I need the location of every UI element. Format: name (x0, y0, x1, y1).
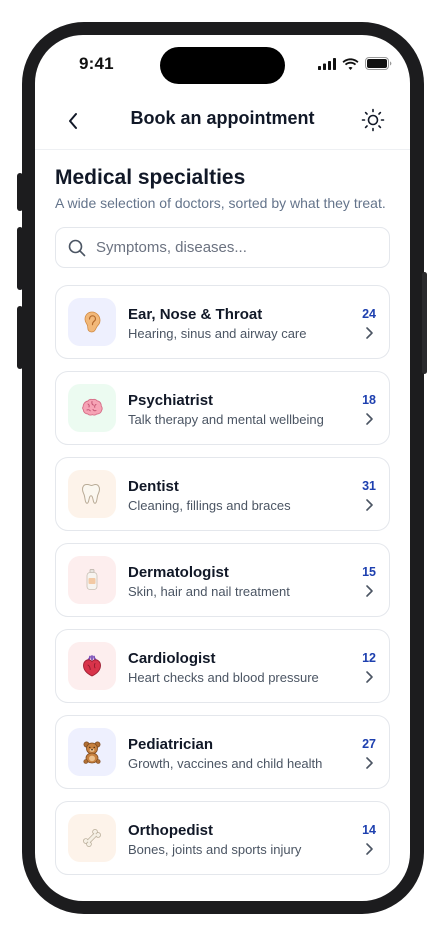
specialty-list: Ear, Nose & Throat Hearing, sinus and ai… (55, 285, 390, 875)
volume-up-button (17, 227, 23, 290)
search-field[interactable] (55, 227, 390, 268)
sun-icon (361, 108, 385, 132)
status-time: 9:41 (79, 54, 114, 73)
doctor-count-badge: 15 (362, 565, 376, 579)
volume-down-button (17, 306, 23, 369)
anatomical-heart-icon (83, 655, 101, 677)
specialty-icon-bg (68, 814, 116, 862)
chevron-right-icon (366, 413, 373, 425)
main-content: Medical specialties A wide selection of … (55, 165, 390, 887)
status-icons (318, 57, 392, 70)
section-subtitle: A wide selection of doctors, sorted by w… (55, 195, 386, 211)
specialty-description: Talk therapy and mental wellbeing (128, 412, 324, 427)
specialty-name: Pediatrician (128, 736, 214, 753)
specialty-description: Cleaning, fillings and braces (128, 498, 291, 513)
specialty-icon-bg (68, 384, 116, 432)
doctor-count-badge: 24 (362, 307, 376, 321)
doctor-count-badge: 14 (362, 823, 376, 837)
specialty-icon-bg (68, 728, 116, 776)
specialty-description: Heart checks and blood pressure (128, 670, 319, 685)
specialty-name: Cardiologist (128, 650, 216, 667)
chevron-right-icon (366, 499, 373, 511)
specialty-card-pediatrician[interactable]: Pediatrician Growth, vaccines and child … (55, 715, 390, 789)
specialty-card-psychiatrist[interactable]: Psychiatrist Talk therapy and mental wel… (55, 371, 390, 445)
screen: 9:41 Book an appointment Medical special… (35, 35, 410, 901)
specialty-icon-bg (68, 642, 116, 690)
chevron-right-icon (366, 327, 373, 339)
specialty-description: Bones, joints and sports injury (128, 842, 302, 857)
battery-icon (365, 57, 392, 70)
status-bar: 9:41 (35, 35, 410, 91)
specialty-name: Dentist (128, 478, 179, 495)
specialty-icon-bg (68, 298, 116, 346)
dynamic-island (160, 47, 285, 84)
specialty-card-dentist[interactable]: Dentist Cleaning, fillings and braces 31 (55, 457, 390, 531)
search-icon (68, 239, 86, 256)
specialty-description: Growth, vaccines and child health (128, 756, 323, 771)
chevron-right-icon (366, 585, 373, 597)
bone-icon (83, 829, 101, 847)
section-title: Medical specialties (55, 166, 246, 189)
tooth-icon (81, 483, 101, 504)
page-title: Book an appointment (130, 108, 315, 128)
theme-toggle-button[interactable] (360, 107, 386, 133)
doctor-count-badge: 31 (362, 479, 376, 493)
chevron-right-icon (366, 843, 373, 855)
doctor-count-badge: 18 (362, 393, 376, 407)
specialty-card-orthopedist[interactable]: Orthopedist Bones, joints and sports inj… (55, 801, 390, 875)
search-input[interactable] (94, 238, 368, 257)
wifi-icon (342, 57, 359, 70)
specialty-name: Orthopedist (128, 822, 213, 839)
specialty-card-cardiologist[interactable]: Cardiologist Heart checks and blood pres… (55, 629, 390, 703)
specialty-description: Hearing, sinus and airway care (128, 326, 307, 341)
specialty-name: Dermatologist (128, 564, 229, 581)
power-button (422, 272, 427, 374)
specialty-name: Ear, Nose & Throat (128, 306, 263, 323)
specialty-card-dermatologist[interactable]: Dermatologist Skin, hair and nail treatm… (55, 543, 390, 617)
back-button[interactable] (61, 109, 85, 133)
chevron-right-icon (366, 671, 373, 683)
lotion-bottle-icon (86, 569, 98, 590)
specialty-card-ent[interactable]: Ear, Nose & Throat Hearing, sinus and ai… (55, 285, 390, 359)
specialty-icon-bg (68, 556, 116, 604)
doctor-count-badge: 27 (362, 737, 376, 751)
nav-bar: Book an appointment (35, 91, 410, 150)
cellular-signal-icon (318, 57, 336, 70)
chevron-left-icon (69, 113, 77, 129)
ear-icon (84, 311, 101, 333)
specialty-icon-bg (68, 470, 116, 518)
chevron-right-icon (366, 757, 373, 769)
brain-icon (82, 398, 103, 416)
doctor-count-badge: 12 (362, 651, 376, 665)
mute-switch (17, 173, 23, 211)
specialty-description: Skin, hair and nail treatment (128, 584, 290, 599)
specialty-name: Psychiatrist (128, 392, 214, 409)
teddy-bear-icon (83, 741, 101, 764)
